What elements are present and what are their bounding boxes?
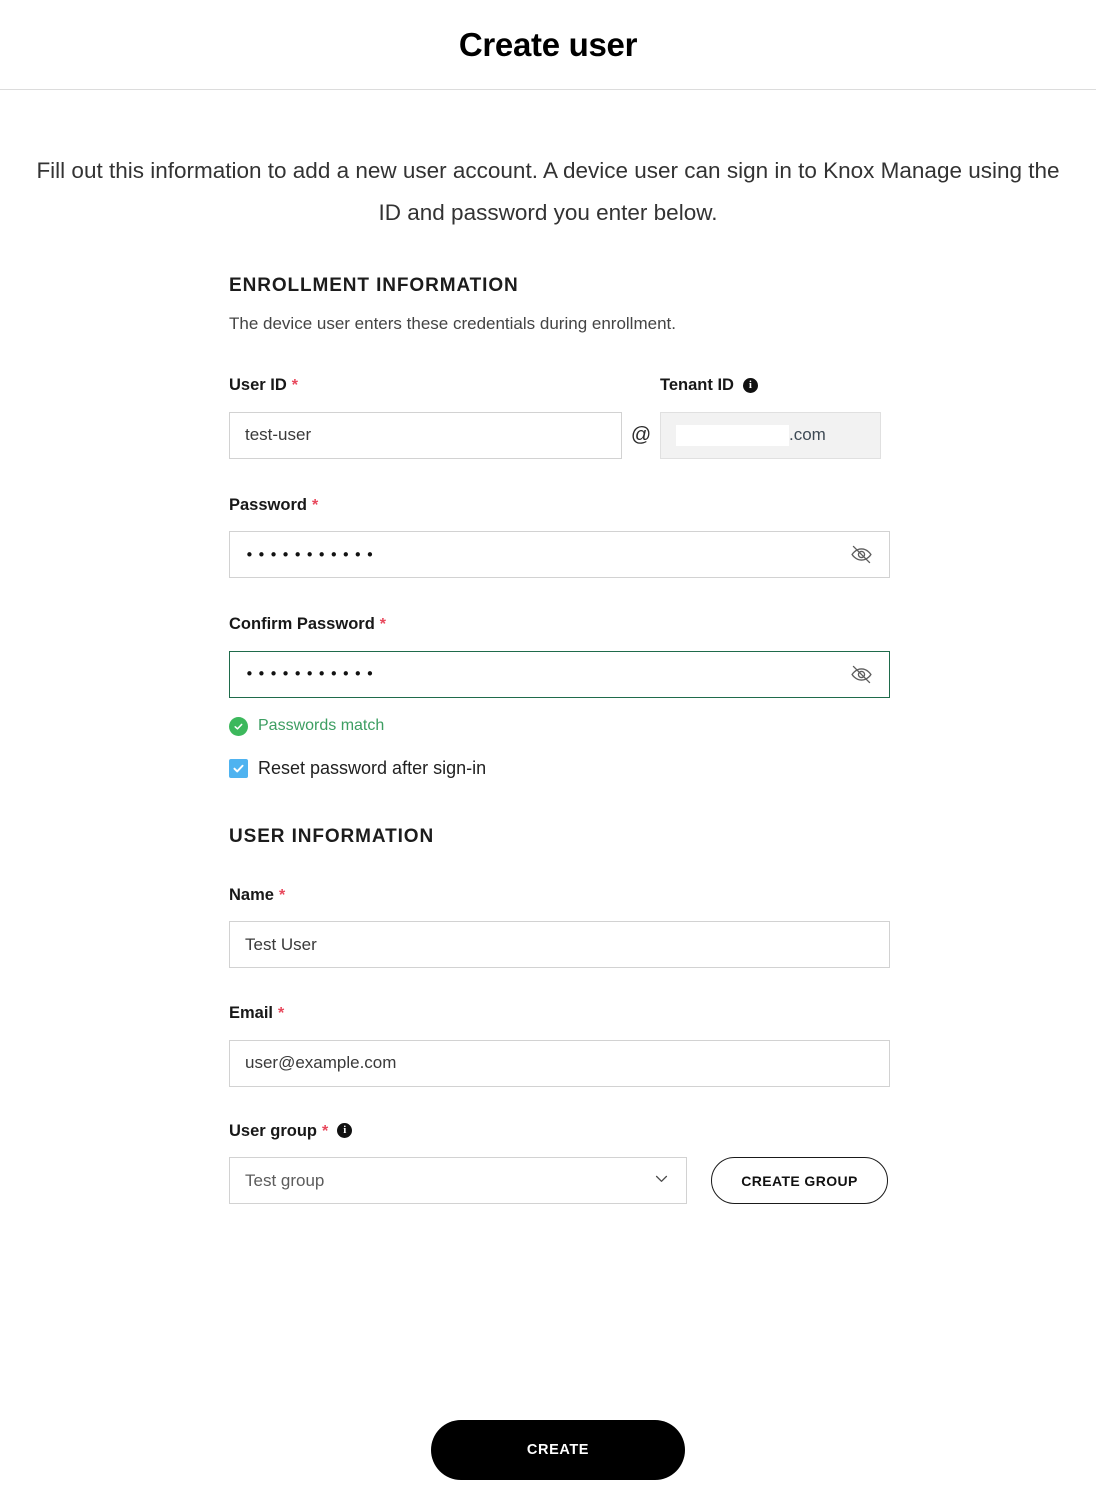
user-id-label: User ID [229, 377, 287, 394]
confirm-password-input-wrap: ••••••••••• [229, 651, 890, 698]
reset-password-checkbox-label: Reset password after sign-in [258, 758, 486, 779]
required-asterisk: * [312, 498, 318, 514]
password-match-status: Passwords match [229, 717, 890, 736]
eye-off-icon[interactable] [848, 542, 874, 568]
email-input-value: user@example.com [245, 1053, 396, 1073]
required-asterisk: * [380, 617, 386, 633]
tenant-id-value: .com [676, 425, 865, 446]
reset-password-checkbox-row[interactable]: Reset password after sign-in [229, 758, 890, 779]
eye-off-icon[interactable] [848, 661, 874, 687]
chevron-down-icon [653, 1170, 670, 1192]
name-label: Name [229, 887, 274, 904]
name-field-group: Name * Test User [229, 887, 890, 969]
user-id-field-group: User ID * test-user [229, 377, 622, 459]
info-icon[interactable]: i [337, 1123, 352, 1138]
confirm-password-input[interactable]: ••••••••••• [229, 651, 890, 698]
confirm-password-label: Confirm Password [229, 616, 375, 633]
confirm-password-label-row: Confirm Password * [229, 616, 890, 633]
required-asterisk: * [322, 1124, 328, 1140]
name-label-row: Name * [229, 887, 890, 904]
email-label: Email [229, 1005, 273, 1022]
page-title: Create user [459, 28, 637, 61]
user-group-selected-value: Test group [245, 1171, 324, 1191]
ids-row: User ID * test-user @ Tenant ID i .com [229, 377, 890, 459]
redacted-tenant-name [676, 425, 789, 446]
enrollment-section-subtitle: The device user enters these credentials… [229, 313, 890, 335]
user-group-select[interactable]: Test group [229, 1157, 687, 1204]
page-header: Create user [0, 0, 1096, 90]
reset-password-checkbox[interactable] [229, 759, 248, 778]
required-asterisk: * [278, 1006, 284, 1022]
password-label: Password [229, 497, 307, 514]
password-label-row: Password * [229, 497, 890, 514]
required-asterisk: * [279, 888, 285, 904]
email-input[interactable]: user@example.com [229, 1040, 890, 1087]
required-asterisk: * [292, 378, 298, 394]
tenant-id-input: .com [660, 412, 881, 459]
tenant-id-label-row: Tenant ID i [660, 377, 881, 394]
at-separator: @ [622, 412, 660, 459]
user-group-row: Test group CREATE GROUP [229, 1157, 890, 1204]
enrollment-section-heading: ENROLLMENT INFORMATION [229, 276, 890, 295]
user-group-field-group: User group * i Test group CREATE GROUP [229, 1123, 890, 1205]
tenant-id-field-group: Tenant ID i .com [660, 377, 881, 459]
user-id-input-value: test-user [245, 425, 311, 445]
password-input-wrap: ••••••••••• [229, 531, 890, 578]
create-user-page: Create user Fill out this information to… [0, 0, 1096, 1494]
user-group-label: User group [229, 1123, 317, 1140]
tenant-id-suffix: .com [789, 425, 826, 445]
password-match-text: Passwords match [258, 717, 384, 735]
email-field-group: Email * user@example.com [229, 1005, 890, 1087]
password-field-group: Password * ••••••••••• [229, 497, 890, 579]
create-group-button[interactable]: CREATE GROUP [711, 1157, 888, 1204]
confirm-password-field-group: Confirm Password * ••••••••••• [229, 616, 890, 698]
name-input-value: Test User [245, 935, 317, 955]
email-label-row: Email * [229, 1005, 890, 1022]
confirm-password-input-value: ••••••••••• [245, 665, 378, 683]
form-container: ENROLLMENT INFORMATION The device user e… [229, 276, 890, 1204]
password-input-value: ••••••••••• [245, 546, 378, 564]
create-button[interactable]: CREATE [431, 1420, 685, 1480]
password-input[interactable]: ••••••••••• [229, 531, 890, 578]
user-id-input[interactable]: test-user [229, 412, 622, 459]
info-icon[interactable]: i [743, 378, 758, 393]
name-input[interactable]: Test User [229, 921, 890, 968]
tenant-id-label: Tenant ID [660, 377, 734, 394]
user-group-label-row: User group * i [229, 1123, 890, 1140]
user-info-section-heading: USER INFORMATION [229, 827, 890, 846]
user-id-label-row: User ID * [229, 377, 622, 394]
intro-description: Fill out this information to add a new u… [30, 150, 1066, 234]
check-circle-icon [229, 717, 248, 736]
